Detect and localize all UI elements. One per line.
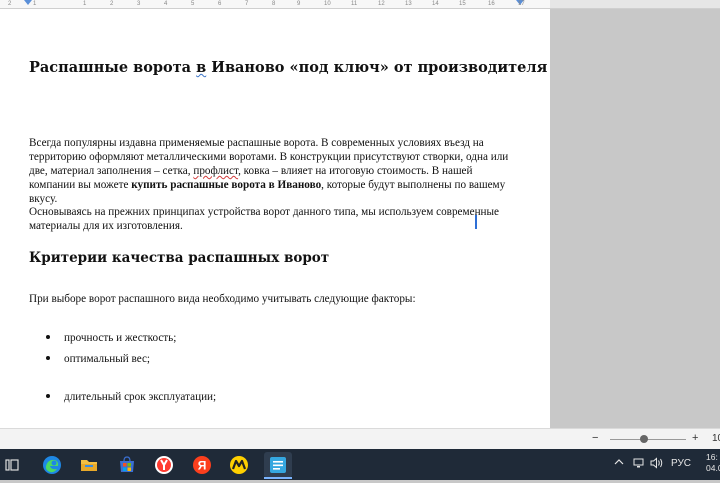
yandex-browser-icon[interactable]	[154, 455, 174, 475]
ruler-tick: 9	[297, 1, 301, 7]
ruler-tick: 5	[191, 1, 195, 7]
svg-text:Я: Я	[198, 459, 207, 473]
ruler-tick: 3	[137, 1, 141, 7]
store-icon[interactable]	[117, 455, 137, 475]
paragraph-intro[interactable]: Всегда популярны издавна применяемые рас…	[29, 136, 511, 206]
paragraph-text: При выборе ворот распашного вида необход…	[29, 293, 416, 305]
ruler-tick: 2	[110, 1, 114, 7]
ruler-tick: 10	[324, 1, 331, 7]
ruler-tick: 2	[8, 1, 12, 7]
list-item[interactable]: оптимальный вес;	[46, 352, 150, 366]
bullet-icon	[46, 394, 50, 398]
list-item[interactable]: прочность и жесткость;	[46, 331, 176, 345]
zoom-slider-handle[interactable]	[640, 435, 649, 443]
ruler-tick: 6	[218, 1, 222, 7]
zoom-level[interactable]: 10	[712, 433, 720, 444]
clock-time: 16:	[706, 452, 718, 462]
list-item-text: длительный срок эксплуатации;	[64, 391, 217, 403]
zoom-slider[interactable]	[610, 439, 686, 440]
zoom-out-button[interactable]: −	[592, 432, 598, 444]
title-grammar-flag[interactable]: в	[196, 59, 206, 76]
active-app-indicator	[264, 477, 292, 479]
ruler-tick: 7	[245, 1, 249, 7]
document-workspace[interactable]: Распашные ворота в Иваново «под ключ» от…	[0, 9, 720, 428]
task-view-icon[interactable]	[4, 455, 20, 475]
system-clock[interactable]: 16: 04.02.	[706, 452, 720, 474]
ruler-tick: 14	[432, 1, 439, 7]
horizontal-ruler[interactable]: 2 1 1 2 3 4 5 6 7 8 9 10 11 12 13 14 15 …	[0, 0, 720, 9]
text-cursor	[475, 215, 477, 229]
volume-icon[interactable]	[650, 457, 664, 472]
bullet-icon	[46, 356, 50, 360]
ruler-tick: 11	[351, 1, 358, 7]
edge-icon[interactable]	[42, 455, 62, 475]
ruler-tick: 16	[488, 1, 495, 7]
chevron-up-icon[interactable]	[614, 457, 624, 470]
ruler-tick: 8	[272, 1, 276, 7]
document-title[interactable]: Распашные ворота в Иваново «под ключ» от…	[29, 59, 547, 76]
left-indent-marker[interactable]	[24, 0, 32, 5]
ruler-tick: 15	[459, 1, 466, 7]
title-text: Иваново «под ключ» от производителя	[206, 59, 548, 76]
bullet-icon	[46, 335, 50, 339]
section-heading[interactable]: Критерии качества распашных ворот	[29, 250, 329, 266]
zoom-in-button[interactable]: +	[692, 432, 698, 444]
document-page[interactable]: Распашные ворота в Иваново «под ключ» от…	[0, 9, 550, 428]
language-indicator[interactable]: РУС	[671, 458, 691, 469]
ruler-tick: 13	[405, 1, 412, 7]
paragraph-text: Основываясь на прежних принципах устройс…	[29, 206, 500, 232]
ruler-tick: 1	[33, 1, 37, 7]
clock-date: 04.02.	[706, 463, 720, 473]
yandex-market-icon[interactable]	[229, 455, 249, 475]
list-item-text: прочность и жесткость;	[64, 332, 177, 344]
bold-keyword: купить распашные ворота в Иваново	[131, 179, 322, 191]
yandex-icon[interactable]: Я	[192, 455, 212, 475]
paragraph-factors[interactable]: При выборе ворот распашного вида необход…	[29, 292, 511, 306]
list-item-text: оптимальный вес;	[64, 353, 151, 365]
ruler-tick: 12	[378, 1, 385, 7]
ruler-tick: 4	[164, 1, 168, 7]
paragraph-materials[interactable]: Основываясь на прежних принципах устройс…	[29, 205, 511, 233]
ruler-tick: 1	[83, 1, 87, 7]
notes-app-icon[interactable]	[264, 452, 292, 478]
list-item[interactable]: длительный срок эксплуатации;	[46, 390, 216, 404]
windows-taskbar: Я РУС 16: 04.02.	[0, 449, 720, 480]
title-text: Распашные ворота	[29, 59, 197, 76]
spelling-error-word[interactable]: профлист	[193, 165, 238, 177]
ruler-tick: 17	[518, 1, 525, 7]
file-explorer-icon[interactable]	[79, 455, 99, 475]
status-bar: − + 10	[0, 428, 720, 449]
network-icon[interactable]	[633, 457, 645, 472]
